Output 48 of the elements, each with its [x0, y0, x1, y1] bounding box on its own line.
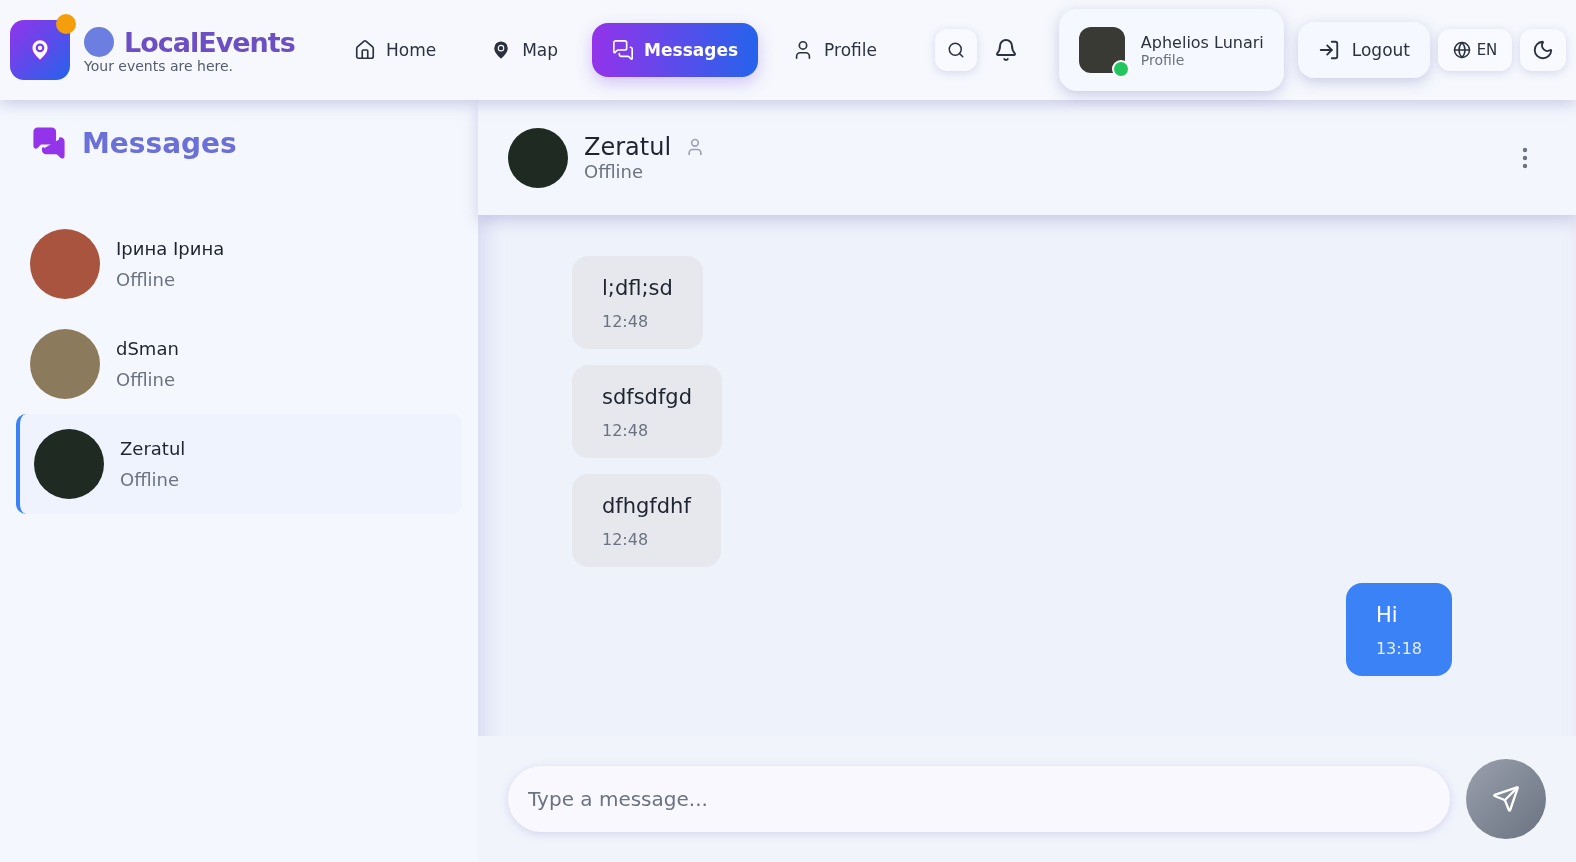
- brand-dot: [84, 27, 114, 57]
- nav-link[interactable]: Messages: [592, 23, 759, 77]
- message-time: 13:18: [1375, 639, 1422, 658]
- globe-icon: [1452, 41, 1471, 59]
- contact-name: dSman: [116, 338, 179, 359]
- logout-button[interactable]: Logout: [1297, 22, 1430, 78]
- brand-tagline: Your events are here.: [84, 57, 235, 74]
- contact-status: Offline: [120, 469, 181, 490]
- contact-name: Zeratul: [120, 438, 186, 459]
- send-icon: [1492, 785, 1520, 813]
- contact-status: Offline: [116, 269, 177, 290]
- message-time: 12:48: [602, 312, 650, 331]
- sidebar-title: Messages: [82, 126, 237, 160]
- nav-link[interactable]: Map: [470, 23, 579, 77]
- chat-contact-status: Offline: [584, 161, 645, 182]
- brand-name: LocalEvents: [124, 26, 295, 58]
- user-subtitle: Profile: [1140, 51, 1186, 68]
- contact-name: Ірина Ірина: [116, 238, 225, 259]
- message-text: sdfsdfgd: [602, 385, 692, 409]
- user-card[interactable]: Aphelios Lunari Profile: [1058, 9, 1284, 91]
- conversation-item[interactable]: Zeratul Offline: [16, 414, 462, 514]
- message-input[interactable]: Type a message...: [508, 766, 1450, 832]
- message-text: dfhgfdhf: [602, 494, 691, 518]
- message-text: Hi: [1375, 603, 1399, 627]
- conversation-item[interactable]: dSman Offline: [12, 314, 462, 414]
- logout-icon: [1317, 39, 1340, 61]
- message-time: 12:48: [602, 421, 650, 440]
- bell-icon: [993, 38, 1018, 62]
- notification-dot: [56, 14, 76, 34]
- nav-link[interactable]: Home: [334, 23, 457, 77]
- theme-toggle[interactable]: [1520, 29, 1566, 71]
- message-text: l;dfl;sd: [602, 276, 673, 300]
- user-name: Aphelios Lunari: [1140, 32, 1264, 52]
- chat-contact-name: Zeratul: [584, 133, 672, 161]
- message-time: 12:48: [602, 530, 650, 549]
- moon-icon: [1532, 39, 1554, 61]
- chat-bubbles-icon: [612, 39, 635, 61]
- search-button[interactable]: [934, 29, 977, 71]
- nav-link[interactable]: Profile: [772, 23, 897, 77]
- contact-status: Offline: [116, 369, 177, 390]
- map-pin-icon: [27, 37, 53, 63]
- search-icon: [946, 41, 965, 59]
- chat-bubbles-icon: [32, 126, 66, 160]
- more-icon: [1522, 146, 1528, 169]
- conversation-item[interactable]: Ірина Ірина Offline: [12, 214, 462, 314]
- language-button[interactable]: EN: [1438, 29, 1512, 71]
- photo-placeholder: [1078, 27, 1125, 73]
- home-icon: [354, 39, 376, 61]
